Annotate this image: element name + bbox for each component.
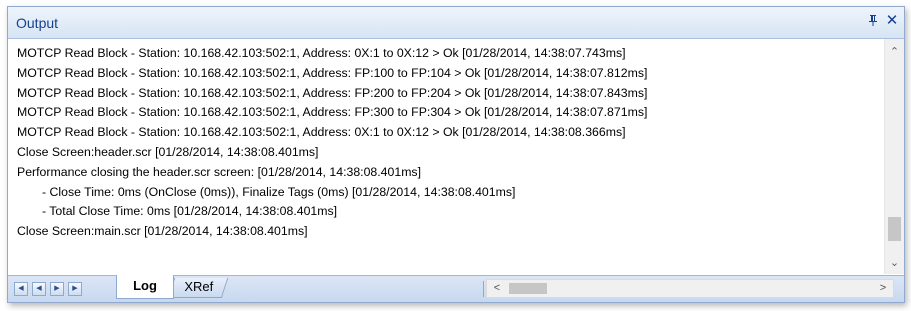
close-icon[interactable]: ✕ — [885, 13, 899, 28]
prev-tab-icon[interactable]: ◀ — [32, 282, 46, 296]
output-panel: Output ✕ MOTCP Read Block - Station: 10.… — [7, 6, 905, 303]
tab-xref-label: XRef — [183, 279, 213, 294]
next-tab-icon[interactable]: ▶ — [50, 282, 64, 296]
vertical-scroll-thumb[interactable] — [888, 217, 901, 241]
log-line: MOTCP Read Block - Station: 10.168.42.10… — [17, 105, 648, 120]
log-line: MOTCP Read Block - Station: 10.168.42.10… — [17, 65, 648, 80]
last-tab-icon[interactable]: ▶ — [68, 282, 82, 296]
scroll-left-icon[interactable]: < — [488, 280, 506, 297]
log-output[interactable]: MOTCP Read Block - Station: 10.168.42.10… — [17, 44, 877, 270]
scroll-right-icon[interactable]: > — [874, 280, 892, 297]
tab-log[interactable]: Log — [116, 275, 174, 299]
tab-xref[interactable]: XRef — [167, 278, 229, 298]
log-line: - Total Close Time: 0ms [01/28/2014, 14:… — [42, 204, 338, 219]
log-line: Close Screen:main.scr [01/28/2014, 14:38… — [17, 224, 308, 239]
tab-log-label: Log — [133, 278, 157, 293]
log-line: Performance closing the header.scr scree… — [17, 164, 421, 179]
vertical-scrollbar[interactable]: ⌃ ⌄ — [884, 39, 904, 274]
scroll-down-icon[interactable]: ⌄ — [885, 254, 904, 272]
log-line: MOTCP Read Block - Station: 10.168.42.10… — [17, 85, 648, 100]
horizontal-scrollbar[interactable]: < > — [486, 279, 894, 298]
panel-titlebar[interactable]: Output ✕ — [8, 7, 904, 39]
log-line: MOTCP Read Block - Station: 10.168.42.10… — [17, 46, 626, 60]
first-tab-icon[interactable]: ◀ — [14, 282, 28, 296]
log-line: - Close Time: 0ms (OnClose (0ms)), Final… — [42, 184, 516, 199]
panel-title: Output — [16, 15, 59, 31]
pin-icon[interactable] — [866, 15, 880, 29]
tab-bar: ◀ ◀ ▶ ▶ XRef Log < > — [8, 275, 904, 302]
scroll-up-icon[interactable]: ⌃ — [885, 43, 904, 61]
log-line: MOTCP Read Block - Station: 10.168.42.10… — [17, 125, 626, 140]
log-line: Close Screen:header.scr [01/28/2014, 14:… — [17, 144, 319, 159]
horizontal-scroll-thumb[interactable] — [509, 283, 547, 294]
